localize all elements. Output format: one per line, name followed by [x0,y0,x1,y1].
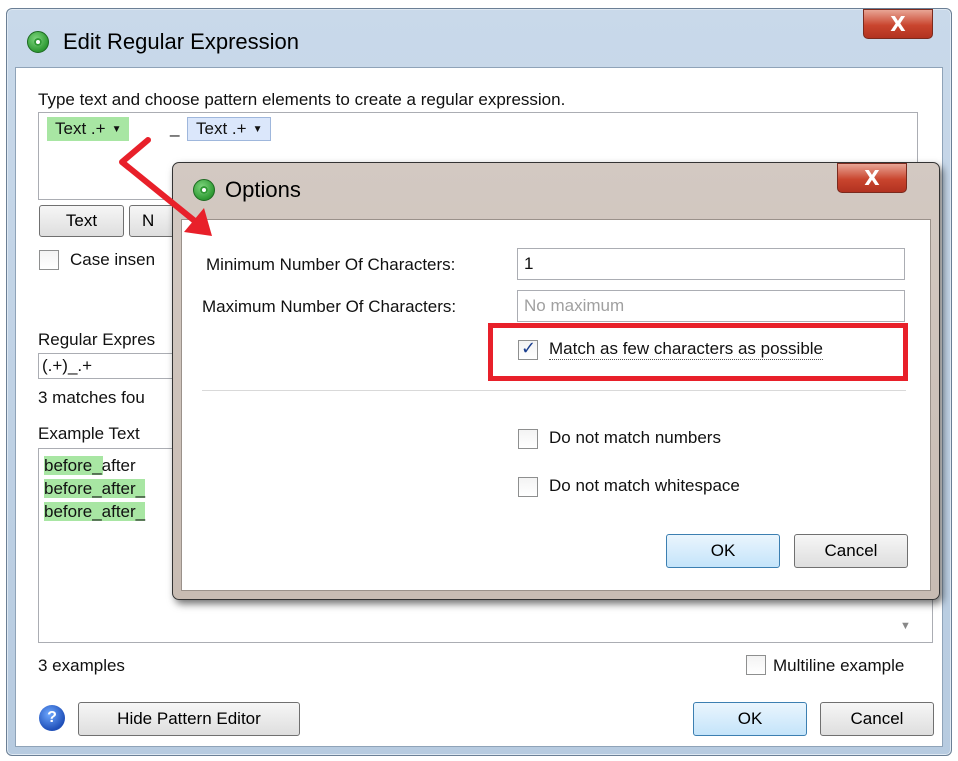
case-insensitive-checkbox[interactable] [39,250,59,270]
cancel-button[interactable]: Cancel [820,702,934,736]
text-element-button[interactable]: Text [39,205,124,237]
example-match: before_after_ [44,502,146,521]
regex-label: Regular Expres [38,330,156,349]
max-characters-label: Maximum Number Of Characters: [202,297,457,316]
example-line: before_after_ [44,477,146,500]
match-few-label: Match as few characters as possible [549,339,824,360]
no-whitespace-checkbox[interactable] [518,477,538,497]
case-insensitive-label: Case insen [70,250,156,269]
options-separator [202,390,906,391]
min-characters-label: Minimum Number Of Characters: [206,255,456,274]
help-icon[interactable]: ? [39,705,65,731]
pattern-token-2[interactable]: Text .+ ▼ [187,117,272,141]
token-2-label: Text .+ [196,119,247,138]
instruction-text: Type text and choose pattern elements to… [38,90,566,109]
token-separator: _ [170,118,180,137]
app-icon [27,31,49,53]
max-characters-input[interactable]: No maximum [517,290,905,322]
match-few-checkbox[interactable] [518,338,538,360]
chevron-down-icon: ▼ [111,123,122,135]
chevron-down-icon: ▼ [252,123,263,135]
hide-pattern-editor-button[interactable]: Hide Pattern Editor [78,702,300,736]
example-match: before_after [44,456,136,475]
pattern-token-1[interactable]: Text .+ ▼ [47,117,130,141]
multiline-label: Multiline example [773,656,905,675]
token-1-label: Text .+ [55,119,106,138]
example-match: before_after_ [44,479,146,498]
options-content: Minimum Number Of Characters: 1 Maximum … [181,219,931,591]
options-cancel-button[interactable]: Cancel [794,534,908,568]
ok-button[interactable]: OK [693,702,807,736]
example-count-text: 3 examples [38,656,125,675]
options-title: Options [225,177,301,202]
options-app-icon [193,179,215,201]
no-numbers-checkbox[interactable] [518,429,538,449]
match-count-text: 3 matches fou [38,388,145,407]
no-numbers-label: Do not match numbers [549,428,721,447]
main-close-button[interactable]: X [863,9,933,39]
main-titlebar[interactable]: Edit Regular Expression X [7,9,951,67]
regex-field[interactable]: (.+)_.+ [38,353,178,379]
options-close-button[interactable]: X [837,163,907,193]
options-titlebar[interactable]: Options X [173,163,939,219]
multiline-checkbox[interactable] [746,655,766,675]
options-ok-button[interactable]: OK [666,534,780,568]
min-characters-input[interactable]: 1 [517,248,905,280]
example-text-label: Example Text [38,424,140,443]
example-line: before_after [44,454,136,477]
options-dialog: Options X Minimum Number Of Characters: … [172,162,940,600]
example-line: before_after_ [44,500,146,523]
scroll-down-arrow[interactable]: ▼ [900,620,911,632]
max-characters-placeholder: No maximum [524,296,625,315]
main-title: Edit Regular Expression [63,29,300,54]
no-whitespace-label: Do not match whitespace [549,476,740,495]
